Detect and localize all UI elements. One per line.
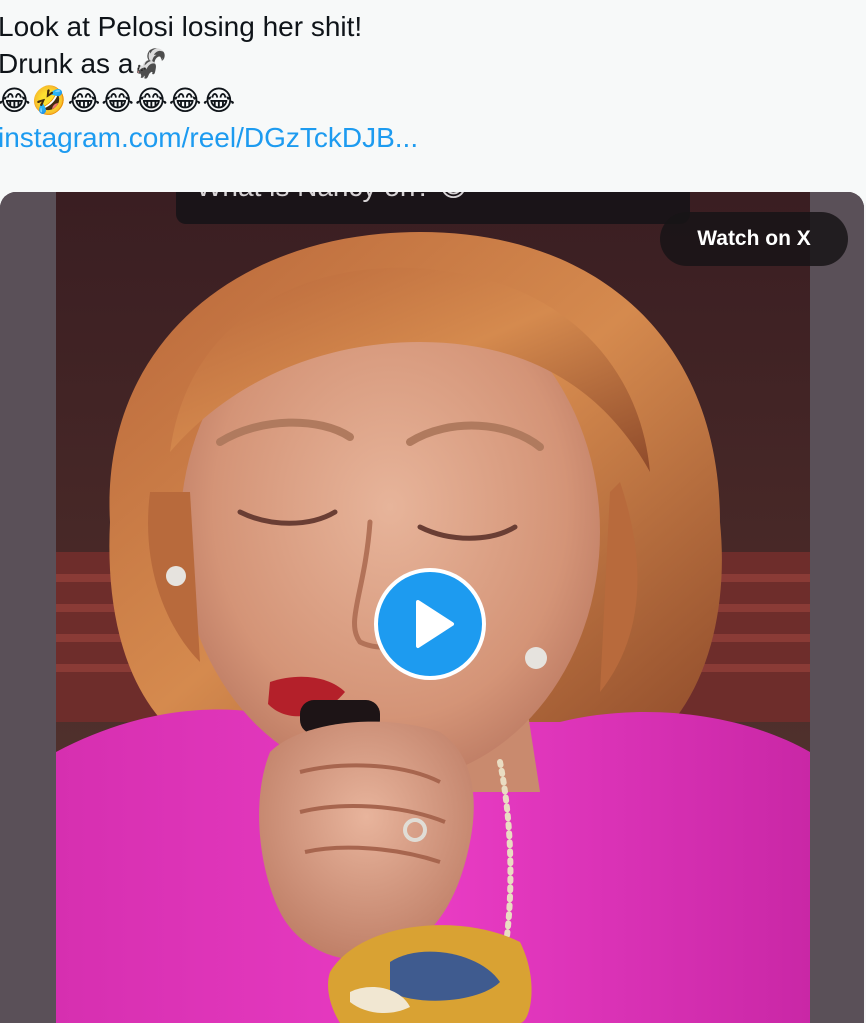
watch-on-x-button[interactable]: Watch on X bbox=[660, 212, 848, 266]
video-caption: What is Nancy on? 😅 bbox=[196, 192, 468, 203]
tweet-card: Look at Pelosi losing her shit! Drunk as… bbox=[0, 0, 866, 1023]
tweet-text-line-1: Look at Pelosi losing her shit! bbox=[0, 11, 363, 42]
tweet-link[interactable]: instagram.com/reel/DGzTckDJB... bbox=[0, 119, 858, 156]
tweet-text: Look at Pelosi losing her shit! Drunk as… bbox=[0, 8, 858, 156]
play-button[interactable] bbox=[374, 568, 486, 680]
video-caption-bar: What is Nancy on? 😅 bbox=[176, 192, 690, 224]
tweet-emoji-row: 😂🤣😂😂😂😂😂 bbox=[0, 84, 237, 117]
tweet-text-line-2: Drunk as a🦨 bbox=[0, 48, 169, 79]
video-player[interactable]: What is Nancy on? 😅 Watch on X bbox=[0, 192, 864, 1023]
play-icon bbox=[416, 600, 454, 648]
